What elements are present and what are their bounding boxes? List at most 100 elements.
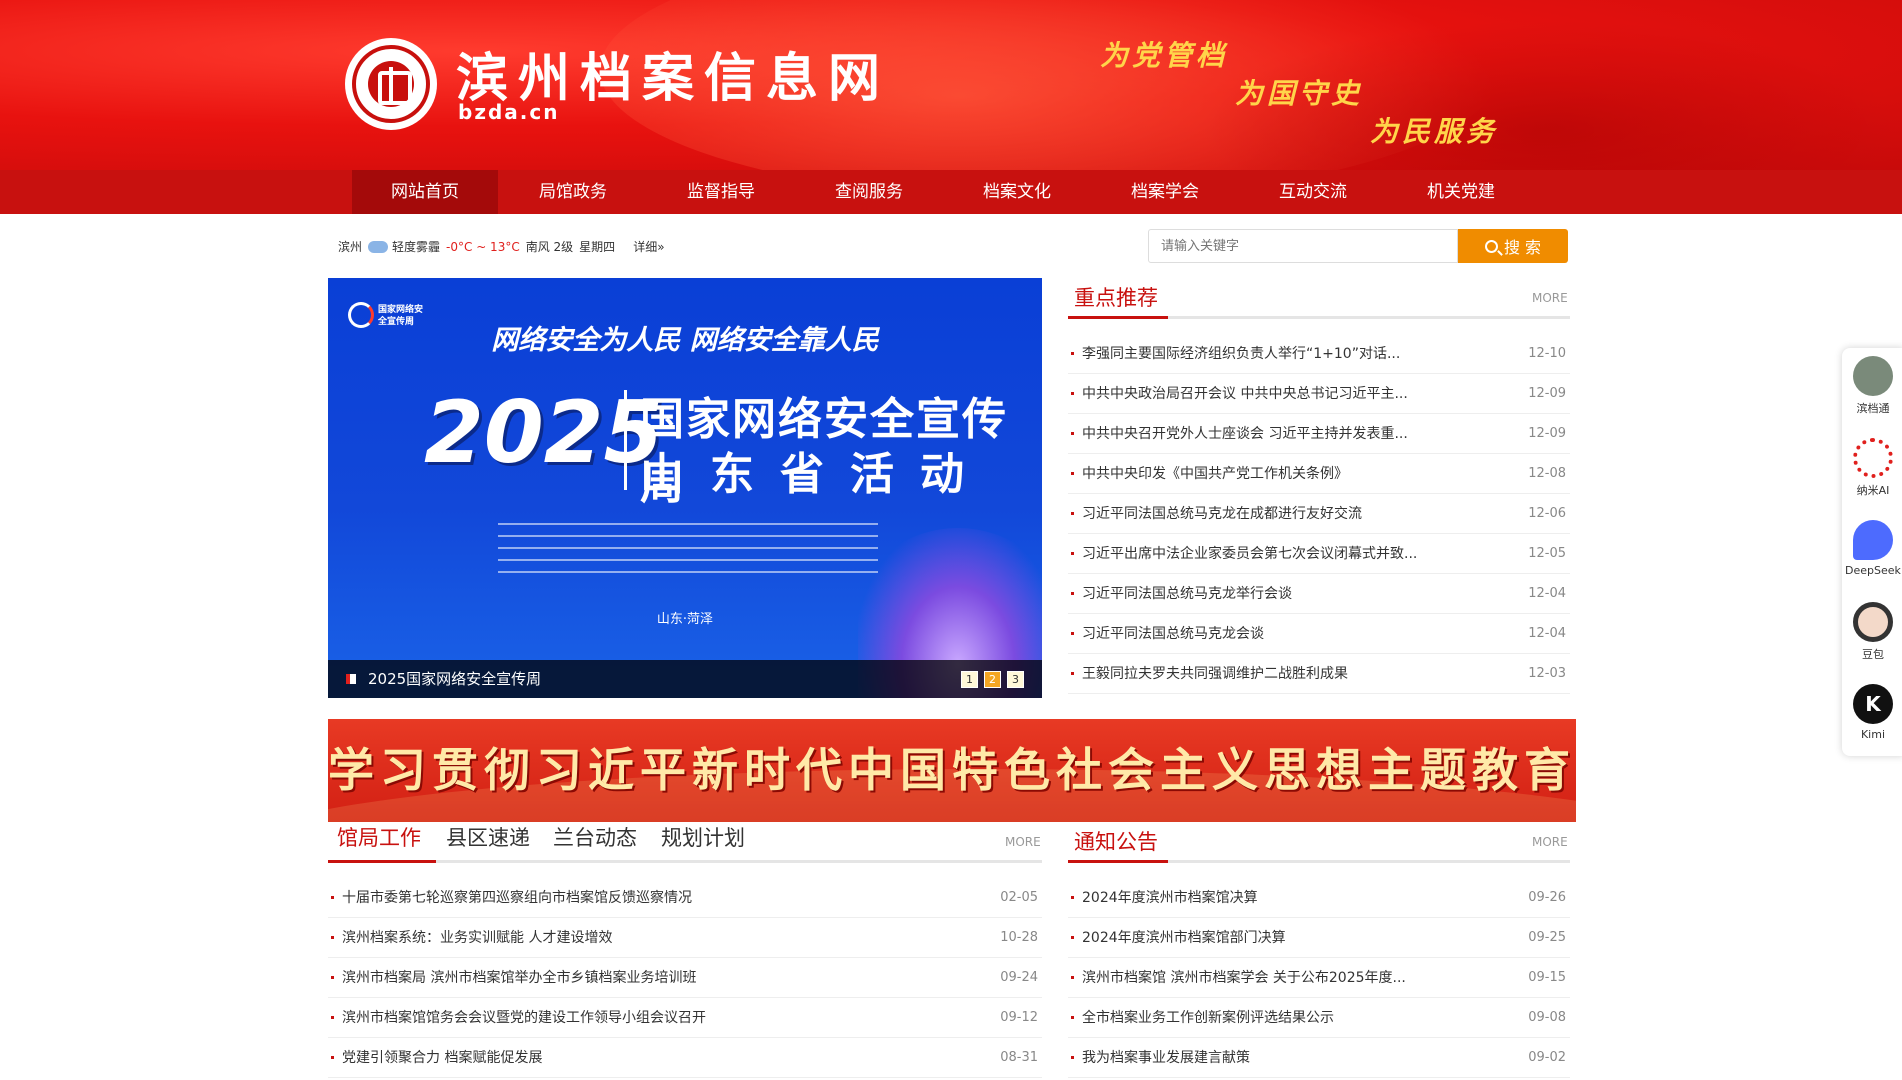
news-item[interactable]: 习近平出席中法企业家委员会第七次会议闭幕式并致... 12-05	[1068, 534, 1570, 574]
news-item[interactable]: 中共中央政治局召开会议 中共中央总书记习近平主... 12-09	[1068, 374, 1570, 414]
news-title[interactable]: 我为档案事业发展建言献策	[1082, 1038, 1250, 1078]
main-nav: 网站首页 局馆政务 监督指导 查阅服务 档案文化 档案学会 互动交流 机关党建	[0, 170, 1902, 214]
slogan-line-3: 为民服务	[1370, 115, 1499, 148]
news-title[interactable]: 习近平同法国总统马克龙会谈	[1082, 614, 1264, 654]
news-item[interactable]: 滨州档案系统：业务实训赋能 人才建设增效 10-28	[328, 918, 1042, 958]
tab-work[interactable]: 馆局工作	[337, 822, 421, 852]
news-title[interactable]: 十届市委第七轮巡察第四巡察组向市档案馆反馈巡察情况	[342, 878, 692, 918]
news-item[interactable]: 滨州市档案馆 滨州市档案学会 关于公布2025年度... 09-15	[1068, 958, 1570, 998]
news-title[interactable]: 李强同主要国际经济组织负责人举行“1+10”对话...	[1082, 334, 1400, 374]
bullet-icon	[331, 936, 334, 939]
news-date: 09-24	[1000, 970, 1038, 985]
news-title[interactable]: 习近平出席中法企业家委员会第七次会议闭幕式并致...	[1082, 534, 1417, 574]
search-input[interactable]	[1148, 229, 1458, 263]
weather-weekday: 星期四	[579, 240, 616, 254]
tab-county[interactable]: 县区速递	[446, 822, 530, 852]
nav-item-affairs[interactable]: 局馆政务	[500, 170, 646, 214]
work-divider-accent	[328, 860, 436, 863]
news-title[interactable]: 中共中央政治局召开会议 中共中央总书记习近平主...	[1082, 374, 1408, 414]
news-title[interactable]: 中共中央印发《中国共产党工作机关条例》	[1082, 454, 1348, 494]
ai-item-nano[interactable]: 纳米AI	[1842, 438, 1902, 498]
news-item[interactable]: 全市档案业务工作创新案例评选结果公示 09-08	[1068, 998, 1570, 1038]
slide-organizers-text	[498, 523, 878, 583]
bullet-icon	[1071, 392, 1074, 395]
banner-slider[interactable]: 国家网络安全宣传周 网络安全为人民 网络安全靠人民 2025 国家网络安全宣传周…	[328, 278, 1042, 698]
nav-item-society[interactable]: 档案学会	[1092, 170, 1238, 214]
study-banner[interactable]: 学习贯彻习近平新时代中国特色社会主义思想主题教育	[328, 719, 1576, 822]
avatar-icon	[1853, 356, 1893, 396]
news-title[interactable]: 中共中央召开党外人士座谈会 习近平主持并发表重...	[1082, 414, 1408, 454]
nav-item-supervision[interactable]: 监督指导	[648, 170, 794, 214]
news-title[interactable]: 滨州市档案馆馆务会会议暨党的建设工作领导小组会议召开	[342, 998, 706, 1038]
weather-detail-link[interactable]: 详细»	[633, 238, 664, 255]
nav-item-interaction[interactable]: 互动交流	[1240, 170, 1386, 214]
news-item[interactable]: 中共中央召开党外人士座谈会 习近平主持并发表重... 12-09	[1068, 414, 1570, 454]
news-title[interactable]: 党建引领聚合力 档案赋能促发展	[342, 1038, 542, 1078]
ai-item-doubao[interactable]: 豆包	[1842, 602, 1902, 662]
bullet-icon	[331, 976, 334, 979]
news-item[interactable]: 中共中央印发《中国共产党工作机关条例》 12-08	[1068, 454, 1570, 494]
featured-divider-accent	[1068, 316, 1168, 319]
archives-logo[interactable]	[345, 38, 437, 130]
news-title[interactable]: 滨州档案系统：业务实训赋能 人才建设增效	[342, 918, 612, 958]
notice-more-link[interactable]: MORE	[1532, 835, 1568, 849]
caption-icon	[346, 674, 356, 684]
news-item[interactable]: 2024年度滨州市档案馆决算 09-26	[1068, 878, 1570, 918]
notice-title: 通知公告	[1074, 830, 1158, 854]
news-date: 09-12	[1000, 1010, 1038, 1025]
bullet-icon	[1071, 632, 1074, 635]
tab-plan[interactable]: 规划计划	[661, 822, 745, 852]
news-title[interactable]: 滨州市档案馆 滨州市档案学会 关于公布2025年度...	[1082, 958, 1406, 998]
news-date: 10-28	[1000, 930, 1038, 945]
news-item[interactable]: 我为档案事业发展建言献策 09-02	[1068, 1038, 1570, 1078]
news-item[interactable]: 李强同主要国际经济组织负责人举行“1+10”对话... 12-10	[1068, 334, 1570, 374]
news-title[interactable]: 习近平同法国总统马克龙举行会谈	[1082, 574, 1292, 614]
search-button[interactable]: 搜 索	[1458, 229, 1568, 263]
slider-dot-3[interactable]: 3	[1007, 671, 1024, 688]
news-title[interactable]: 习近平同法国总统马克龙在成都进行友好交流	[1082, 494, 1362, 534]
ai-item-bindangtong[interactable]: 滨档通	[1842, 356, 1902, 416]
news-title[interactable]: 2024年度滨州市档案馆决算	[1082, 878, 1258, 918]
slide-divider	[624, 390, 627, 490]
slider-dot-2[interactable]: 2	[984, 671, 1001, 688]
search-button-label: 搜 索	[1503, 238, 1542, 257]
news-item[interactable]: 习近平同法国总统马克龙在成都进行友好交流 12-06	[1068, 494, 1570, 534]
weather-temp: -0°C ~ 13°C	[446, 239, 520, 254]
bullet-icon	[1071, 1056, 1074, 1059]
news-item[interactable]: 党建引领聚合力 档案赋能促发展 08-31	[328, 1038, 1042, 1078]
news-item[interactable]: 十届市委第七轮巡察第四巡察组向市档案馆反馈巡察情况 02-05	[328, 878, 1042, 918]
news-item[interactable]: 习近平同法国总统马克龙举行会谈 12-04	[1068, 574, 1570, 614]
slider-dot-1[interactable]: 1	[961, 671, 978, 688]
weather-city: 滨州	[338, 240, 363, 254]
featured-more-link[interactable]: MORE	[1532, 291, 1568, 305]
news-item[interactable]: 滨州市档案局 滨州市档案馆举办全市乡镇档案业务培训班 09-24	[328, 958, 1042, 998]
news-date: 12-04	[1528, 626, 1566, 641]
news-date: 08-31	[1000, 1050, 1038, 1065]
bullet-icon	[1071, 552, 1074, 555]
news-title[interactable]: 滨州市档案局 滨州市档案馆举办全市乡镇档案业务培训班	[342, 958, 696, 998]
bullet-icon	[1071, 896, 1074, 899]
news-title[interactable]: 2024年度滨州市档案馆部门决算	[1082, 918, 1286, 958]
slider-caption[interactable]: 2025国家网络安全宣传周	[368, 660, 541, 698]
news-date: 09-26	[1528, 890, 1566, 905]
nav-item-home[interactable]: 网站首页	[352, 170, 498, 214]
nav-item-party[interactable]: 机关党建	[1388, 170, 1534, 214]
news-item[interactable]: 2024年度滨州市档案馆部门决算 09-25	[1068, 918, 1570, 958]
news-item[interactable]: 习近平同法国总统马克龙会谈 12-04	[1068, 614, 1570, 654]
nav-item-inquiry[interactable]: 查阅服务	[796, 170, 942, 214]
ai-item-label: Kimi	[1860, 728, 1886, 741]
news-title[interactable]: 全市档案业务工作创新案例评选结果公示	[1082, 998, 1334, 1038]
ai-item-kimi[interactable]: K Kimi	[1842, 684, 1902, 741]
news-item[interactable]: 滨州市档案馆馆务会会议暨党的建设工作领导小组会议召开 09-12	[328, 998, 1042, 1038]
ai-item-label: 豆包	[1862, 648, 1884, 661]
tab-lantai[interactable]: 兰台动态	[553, 822, 637, 852]
ai-item-deepseek[interactable]: DeepSeek	[1842, 520, 1902, 577]
news-title[interactable]: 王毅同拉夫罗夫共同强调维护二战胜利成果	[1082, 654, 1348, 694]
bullet-icon	[1071, 976, 1074, 979]
work-more-link[interactable]: MORE	[1005, 835, 1041, 849]
slogan-line-1: 为党管档	[1100, 39, 1229, 72]
nav-item-culture[interactable]: 档案文化	[944, 170, 1090, 214]
ai-item-label: 纳米AI	[1856, 484, 1890, 497]
study-banner-text: 学习贯彻习近平新时代中国特色社会主义思想主题教育	[328, 743, 1576, 797]
news-item[interactable]: 王毅同拉夫罗夫共同强调维护二战胜利成果 12-03	[1068, 654, 1570, 694]
